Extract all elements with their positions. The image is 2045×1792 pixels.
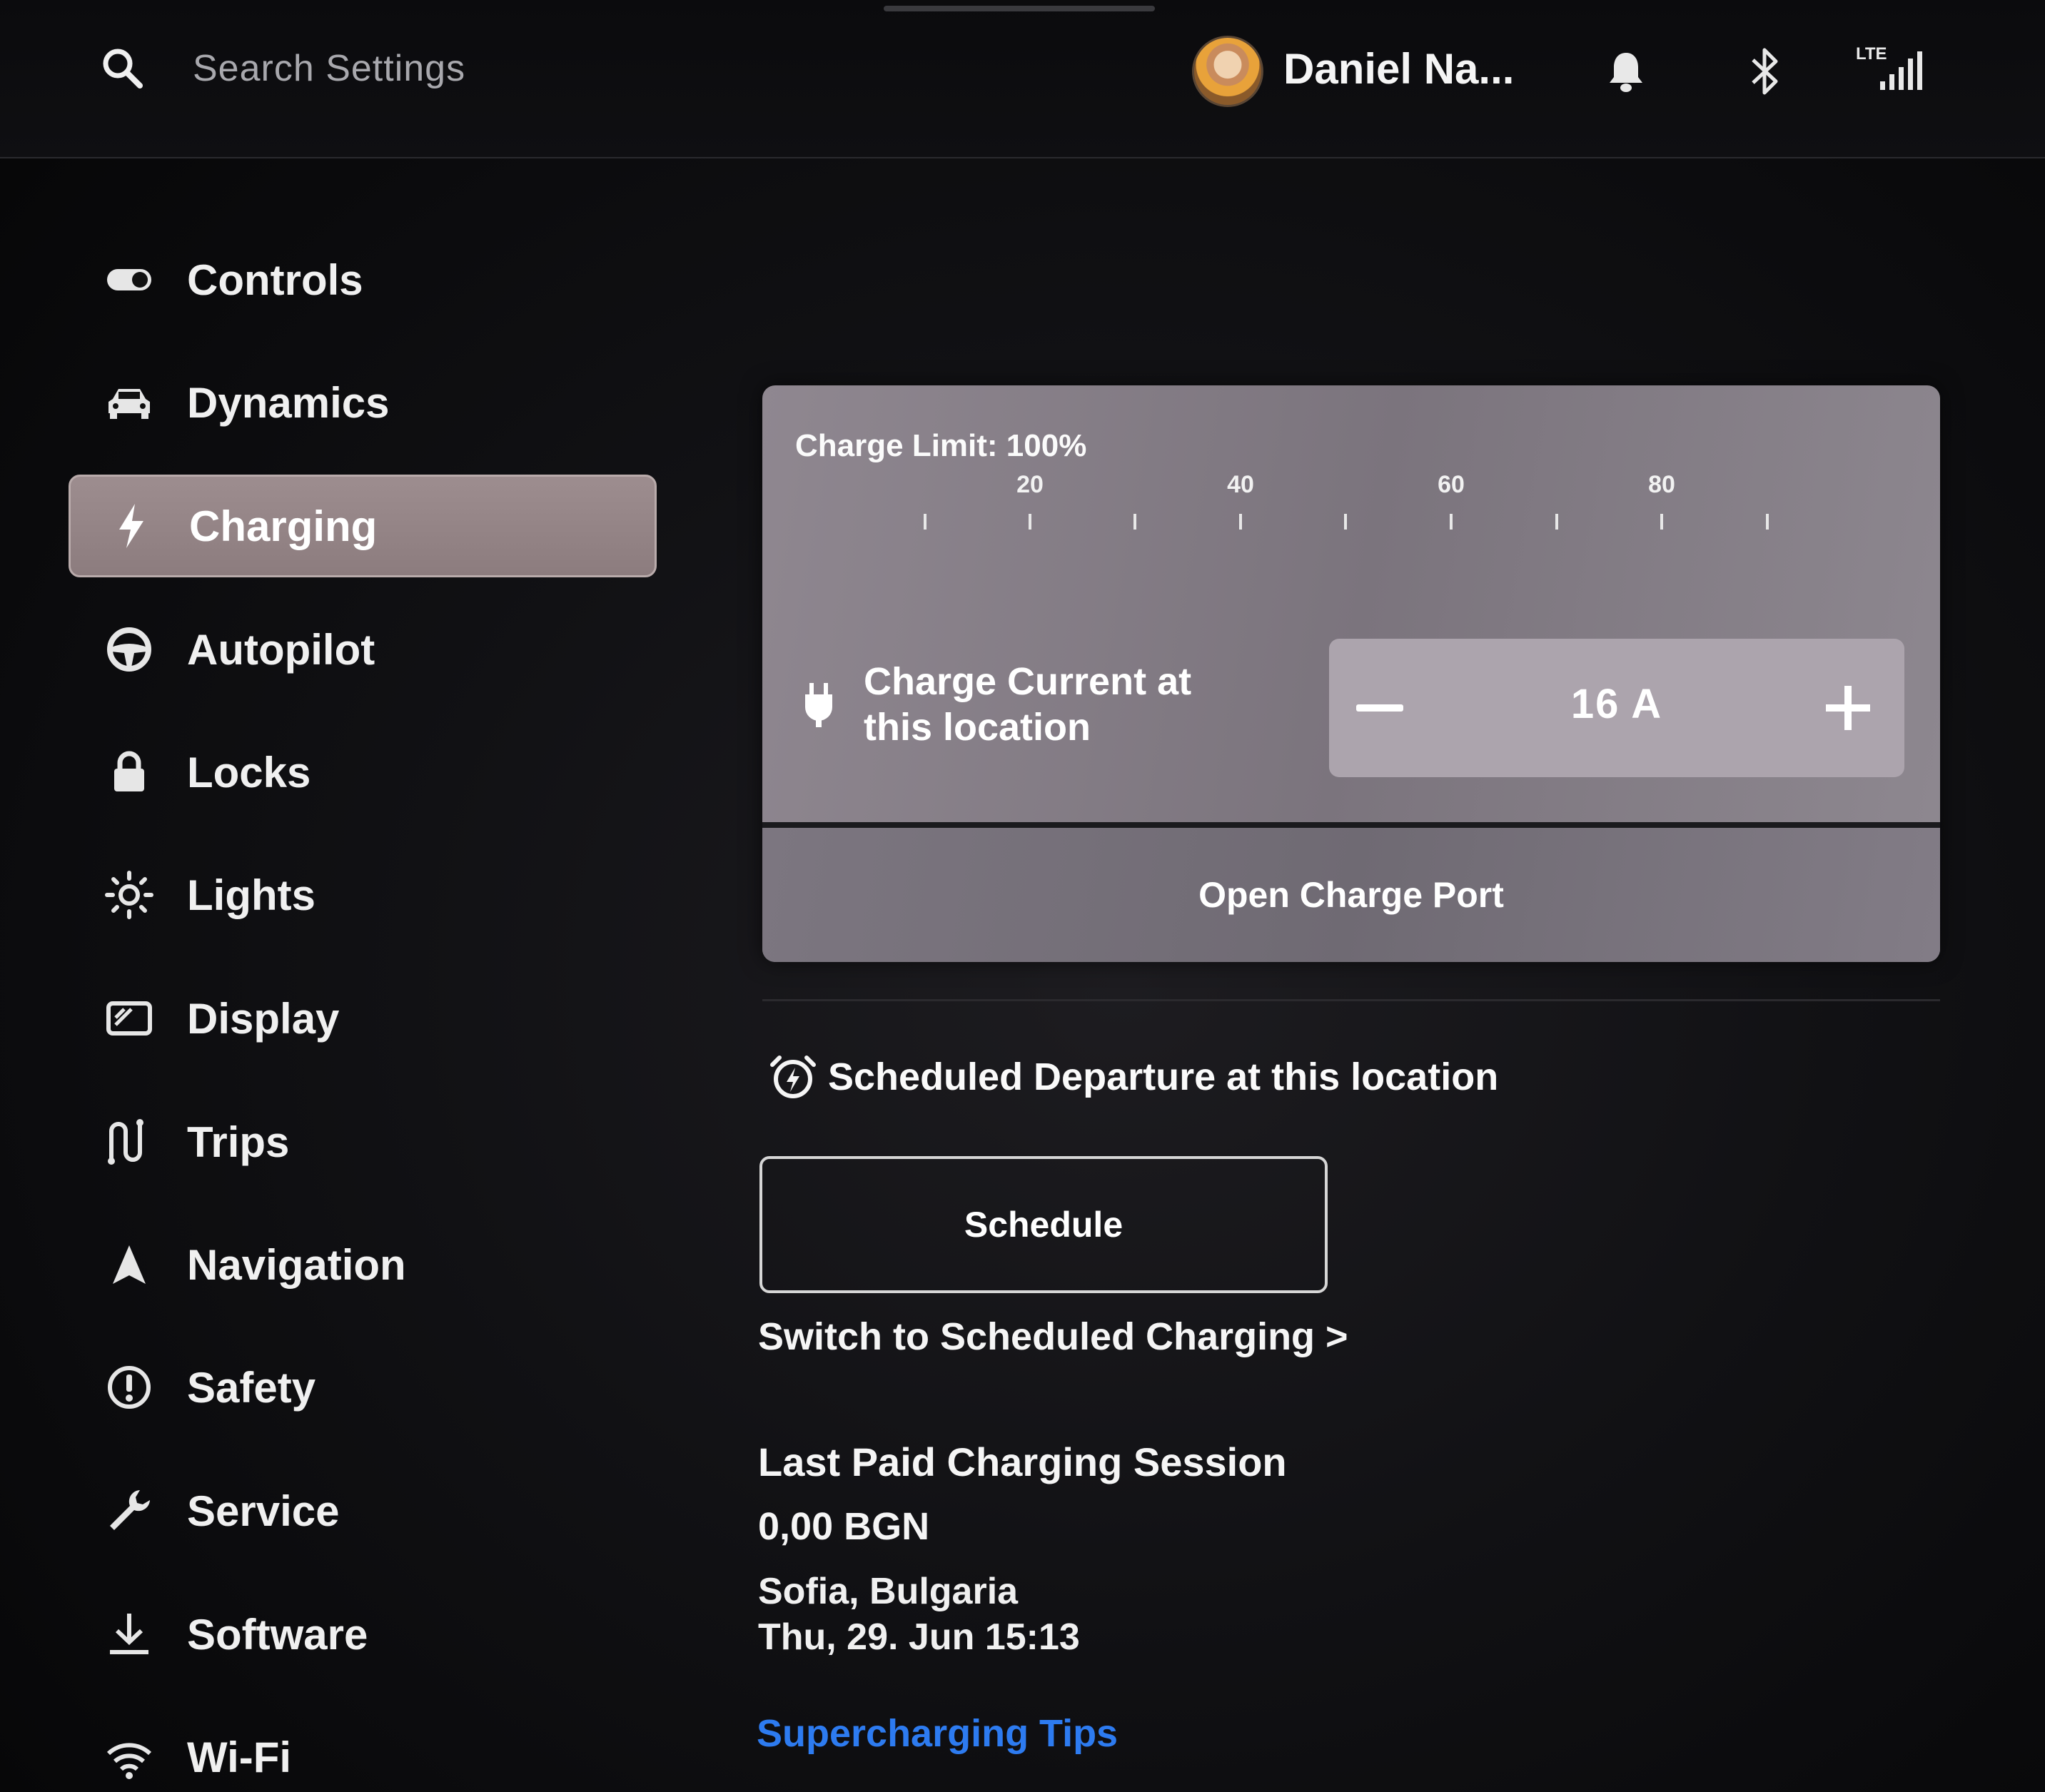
bluetooth-icon[interactable]: [1747, 46, 1783, 97]
scale-tick: [1344, 514, 1347, 530]
last-session-location: Sofia, Bulgaria: [758, 1571, 1019, 1612]
settings-sidebar: Controls Dynamics Charging Autopilot Loc…: [0, 157, 685, 1792]
sidebar-item-label: Wi-Fi: [187, 1733, 292, 1781]
sidebar-item-label: Safety: [187, 1363, 316, 1412]
settings-screen: Search Settings Daniel Na... LTE Control…: [0, 0, 2045, 1792]
scale-tick: [1555, 514, 1558, 530]
card-divider: [762, 822, 1940, 828]
sidebar-item-label: Controls: [187, 255, 363, 304]
steering-wheel-icon: [107, 627, 151, 672]
sidebar-item-autopilot[interactable]: Autopilot: [69, 598, 657, 701]
charge-current-label-line2: this location: [864, 706, 1091, 749]
sidebar-item-label: Locks: [187, 748, 311, 796]
sidebar-item-safety[interactable]: Safety: [69, 1336, 657, 1439]
scheduled-departure-title: Scheduled Departure at this location: [828, 1056, 1499, 1098]
last-session-time: Thu, 29. Jun 15:13: [758, 1616, 1080, 1658]
schedule-button-label: Schedule: [964, 1205, 1124, 1245]
charge-current-label-line1: Charge Current at: [864, 660, 1192, 703]
scale-tick: [1133, 514, 1136, 530]
open-charge-port-button[interactable]: Open Charge Port: [762, 828, 1940, 962]
supercharging-tips-link[interactable]: Supercharging Tips: [757, 1711, 1118, 1756]
alarm-clock-icon: [770, 1056, 816, 1098]
section-divider: [762, 999, 1940, 1001]
sidebar-item-lights[interactable]: Lights: [69, 844, 657, 946]
scale-tick: [924, 514, 926, 530]
sidebar-item-service[interactable]: Service: [69, 1459, 657, 1562]
toggle-icon: [107, 269, 151, 290]
sidebar-item-label: Charging: [189, 502, 378, 550]
last-session-amount: 0,00 BGN: [758, 1505, 930, 1548]
lightning-icon: [119, 504, 143, 548]
scale-tick: [1660, 514, 1663, 530]
open-charge-port-label: Open Charge Port: [1198, 875, 1504, 915]
sidebar-item-label: Dynamics: [187, 378, 390, 427]
signal-strength-icon: [1880, 51, 1922, 90]
plug-icon: [805, 683, 832, 727]
charge-current-stepper: 16 A: [1329, 639, 1904, 777]
sidebar-item-wifi[interactable]: Wi-Fi: [69, 1706, 657, 1792]
scale-label: 40: [1227, 471, 1254, 498]
avatar[interactable]: [1192, 36, 1263, 107]
sidebar-item-controls[interactable]: Controls: [69, 228, 657, 331]
sidebar-item-display[interactable]: Display: [69, 967, 657, 1070]
sidebar-item-locks[interactable]: Locks: [69, 721, 657, 824]
search-icon[interactable]: [100, 46, 144, 90]
exclamation-circle-icon: [108, 1366, 151, 1409]
last-session-title: Last Paid Charging Session: [758, 1439, 1287, 1484]
schedule-button[interactable]: Schedule: [759, 1156, 1328, 1293]
sidebar-item-charging[interactable]: Charging: [69, 475, 657, 577]
charge-limit-label: Charge Limit: 100%: [795, 428, 1087, 463]
increase-current-button[interactable]: [1823, 683, 1873, 733]
charge-current-value: 16 A: [1570, 681, 1663, 727]
wifi-icon: [106, 1743, 152, 1779]
sidebar-item-label: Trips: [187, 1118, 290, 1166]
scale-tick: [1239, 514, 1242, 530]
sun-icon: [105, 871, 153, 919]
navigation-arrow-icon: [113, 1245, 146, 1284]
sidebar-item-label: Software: [187, 1610, 368, 1659]
user-name[interactable]: Daniel Na...: [1283, 44, 1514, 93]
charge-limit-slider[interactable]: 20 40 60 80: [762, 471, 1940, 542]
scale-label: 60: [1438, 471, 1465, 498]
sidebar-item-navigation[interactable]: Navigation: [69, 1213, 657, 1316]
sidebar-item-label: Display: [187, 994, 340, 1043]
bell-icon[interactable]: [1606, 50, 1646, 94]
scale-tick: [1766, 514, 1769, 530]
charging-card: Charge Limit: 100% 20 40 60 80 Charge Cu…: [762, 385, 1940, 962]
sidebar-item-label: Service: [187, 1487, 340, 1535]
search-input[interactable]: Search Settings: [193, 47, 465, 90]
wrench-icon: [110, 1490, 150, 1530]
display-icon: [106, 1001, 152, 1036]
scale-tick: [1450, 514, 1453, 530]
scale-label: 80: [1648, 471, 1675, 498]
lock-icon: [114, 751, 144, 791]
sidebar-item-label: Autopilot: [187, 625, 375, 674]
sidebar-item-trips[interactable]: Trips: [69, 1090, 657, 1193]
drag-handle[interactable]: [884, 6, 1155, 11]
download-icon: [110, 1614, 148, 1654]
trips-icon: [108, 1119, 143, 1165]
sidebar-item-dynamics[interactable]: Dynamics: [69, 351, 657, 454]
charge-current-label: Charge Current at this location: [864, 659, 1235, 750]
car-icon: [108, 389, 150, 419]
charge-current-row: Charge Current at this location 16 A: [762, 639, 1940, 781]
top-bar: Search Settings Daniel Na... LTE: [0, 0, 2045, 158]
sidebar-item-label: Navigation: [187, 1240, 406, 1289]
scale-tick: [1029, 514, 1031, 530]
switch-to-scheduled-charging-link[interactable]: Switch to Scheduled Charging >: [758, 1315, 1348, 1359]
sidebar-item-software[interactable]: Software: [69, 1583, 657, 1686]
scale-label: 20: [1016, 471, 1044, 498]
sidebar-item-label: Lights: [187, 871, 315, 919]
